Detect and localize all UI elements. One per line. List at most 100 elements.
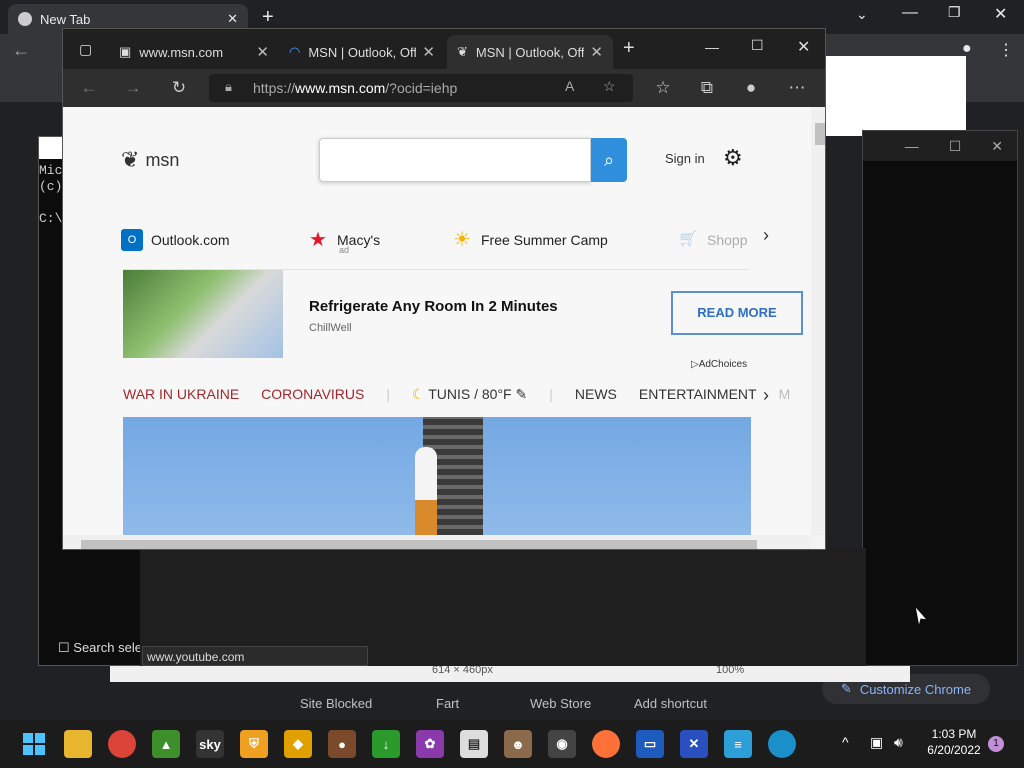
- scroll-thumb[interactable]: [815, 123, 825, 145]
- msn-page: ❦ msn ⌕ Sign in ⚙ O Outlook.com ★ Macy's…: [63, 107, 811, 535]
- close-icon[interactable]: ✕: [994, 4, 1007, 24]
- read-aloud-icon[interactable]: A: [565, 78, 574, 94]
- close-icon[interactable]: ✕: [256, 43, 269, 61]
- section-entertainment[interactable]: ENTERTAINMENT: [639, 386, 757, 402]
- section-news[interactable]: NEWS: [575, 386, 617, 402]
- edge-tab-msn-1[interactable]: ▣ www.msn.com ✕: [109, 35, 279, 69]
- scroll-thumb[interactable]: [81, 540, 757, 549]
- shortcut-site-blocked[interactable]: Site Blocked: [300, 696, 372, 711]
- clock[interactable]: 1:03 PM 6/20/2022: [922, 726, 986, 758]
- close-icon[interactable]: ✕: [422, 43, 435, 61]
- volume-icon[interactable]: 🔊︎: [894, 734, 903, 751]
- ad-brand: ChillWell: [309, 322, 352, 334]
- coffee-icon[interactable]: ●: [328, 730, 356, 758]
- favorites-icon[interactable]: ☆: [651, 77, 675, 99]
- edge-icon[interactable]: [768, 730, 796, 758]
- dark-window: — ☐ ✕: [862, 130, 1018, 666]
- edge-tab-label: MSN | Outlook, Off: [475, 44, 585, 60]
- forward-arrow-icon[interactable]: →: [121, 77, 145, 99]
- close-icon[interactable]: ✕: [590, 43, 603, 61]
- monkey-icon[interactable]: ☻: [504, 730, 532, 758]
- app-icon-yellow[interactable]: ◆: [284, 730, 312, 758]
- search-button[interactable]: ⌕: [591, 138, 627, 182]
- topic-war-in-ukraine[interactable]: WAR IN UKRAINE: [123, 386, 239, 402]
- maximize-icon[interactable]: ☐: [949, 138, 962, 155]
- file-explorer-icon[interactable]: [64, 730, 92, 758]
- ad-title[interactable]: Refrigerate Any Room In 2 Minutes: [309, 298, 558, 315]
- section-more[interactable]: M: [779, 386, 791, 402]
- network-icon[interactable]: ▣: [870, 734, 883, 751]
- msn-logo-text: msn: [145, 149, 180, 170]
- firefox-icon[interactable]: [592, 730, 620, 758]
- minimize-icon[interactable]: —: [902, 4, 918, 22]
- restore-icon[interactable]: ❐: [948, 4, 961, 21]
- app-icon-green[interactable]: ▲: [152, 730, 180, 758]
- ad-banner[interactable]: Refrigerate Any Room In 2 Minutes ChillW…: [123, 269, 749, 358]
- chevron-right-icon[interactable]: ›: [763, 225, 769, 246]
- search-input[interactable]: [328, 139, 578, 179]
- back-arrow-icon[interactable]: ←: [77, 77, 101, 99]
- shield-icon[interactable]: ⛨: [240, 730, 268, 758]
- vertical-scrollbar[interactable]: [811, 107, 825, 535]
- adchoices-link[interactable]: ▷AdChoices: [691, 359, 747, 370]
- more-icon[interactable]: ⋮: [998, 40, 1014, 60]
- address-host: www.msn.com: [295, 80, 386, 96]
- app-icon-x[interactable]: ✕: [680, 730, 708, 758]
- edge-tab-msn-3[interactable]: ❦ MSN | Outlook, Off ✕: [447, 35, 613, 69]
- chevron-up-icon[interactable]: ^: [842, 734, 849, 750]
- quick-link-label: Outlook.com: [151, 232, 230, 248]
- collections-icon[interactable]: ⧉: [695, 77, 719, 99]
- more-icon[interactable]: ⋯: [785, 77, 809, 99]
- minimize-icon[interactable]: —: [705, 39, 719, 55]
- document-icon[interactable]: ▤: [460, 730, 488, 758]
- close-icon[interactable]: ✕: [991, 138, 1003, 155]
- quick-link-shopping[interactable]: 🛒︎ Shopp: [677, 229, 748, 251]
- add-favorite-icon[interactable]: ☆: [603, 78, 616, 95]
- ad-image[interactable]: [123, 270, 283, 358]
- address-bar[interactable]: 🔒︎ https://www.msn.com/?ocid=iehp A ☆: [209, 74, 633, 102]
- sky-icon[interactable]: sky: [196, 730, 224, 758]
- refresh-icon[interactable]: ↻: [167, 77, 191, 99]
- gear-icon[interactable]: ⚙: [723, 145, 743, 171]
- chrome-icon[interactable]: [108, 730, 136, 758]
- new-tab-icon[interactable]: +: [262, 6, 274, 29]
- quick-link-summer-camp[interactable]: ☀ Free Summer Camp: [451, 229, 608, 251]
- maximize-icon[interactable]: ☐: [751, 37, 764, 54]
- edge-tab-msn-2[interactable]: ◠ MSN | Outlook, Off ✕: [279, 35, 445, 69]
- weather-widget[interactable]: ☾ TUNIS / 80°F ✎: [412, 386, 527, 403]
- new-tab-icon[interactable]: +: [623, 37, 635, 60]
- profile-icon[interactable]: ●: [739, 77, 763, 99]
- chevron-down-icon[interactable]: ⌄: [856, 6, 868, 23]
- search-selection-checkbox[interactable]: ☐ Search sele: [58, 640, 148, 658]
- cart-icon: 🛒︎: [677, 231, 699, 248]
- app-icon-dark[interactable]: ◉: [548, 730, 576, 758]
- lock-icon[interactable]: 🔒︎: [225, 79, 232, 95]
- hero-image[interactable]: [123, 417, 751, 535]
- window-icon[interactable]: ▭: [636, 730, 664, 758]
- close-icon[interactable]: ✕: [227, 11, 238, 27]
- msn-logo[interactable]: ❦ msn: [121, 147, 179, 173]
- read-more-button[interactable]: READ MORE: [671, 291, 803, 335]
- horizontal-scrollbar[interactable]: [63, 535, 811, 549]
- chevron-right-icon[interactable]: ›: [763, 385, 769, 406]
- quick-link-outlook[interactable]: O Outlook.com: [121, 229, 230, 251]
- topic-coronavirus[interactable]: CORONAVIRUS: [261, 386, 364, 402]
- download-icon[interactable]: ↓: [372, 730, 400, 758]
- notepad-icon[interactable]: ≡: [724, 730, 752, 758]
- chrome-tab-label: New Tab: [40, 11, 91, 27]
- back-arrow-icon[interactable]: ←: [12, 40, 30, 61]
- start-icon[interactable]: [20, 730, 48, 758]
- close-icon[interactable]: ✕: [797, 37, 810, 57]
- topic-bar: WAR IN UKRAINE CORONAVIRUS | ☾ TUNIS / 8…: [123, 385, 791, 403]
- minimize-icon[interactable]: —: [905, 138, 919, 154]
- app-icon-purple[interactable]: ✿: [416, 730, 444, 758]
- shortcut-add[interactable]: Add shortcut: [634, 696, 707, 711]
- tab-actions-icon[interactable]: ▢: [79, 41, 92, 58]
- sign-in-link[interactable]: Sign in: [665, 151, 705, 166]
- weather-text: TUNIS / 80°F: [428, 385, 512, 402]
- shortcut-fart[interactable]: Fart: [436, 696, 459, 711]
- shortcut-web-store[interactable]: Web Store: [530, 696, 591, 711]
- msn-icon: ❦: [457, 44, 468, 59]
- notification-badge[interactable]: 1: [988, 736, 1004, 752]
- quick-link-macys[interactable]: ★ Macy's ad: [307, 229, 380, 255]
